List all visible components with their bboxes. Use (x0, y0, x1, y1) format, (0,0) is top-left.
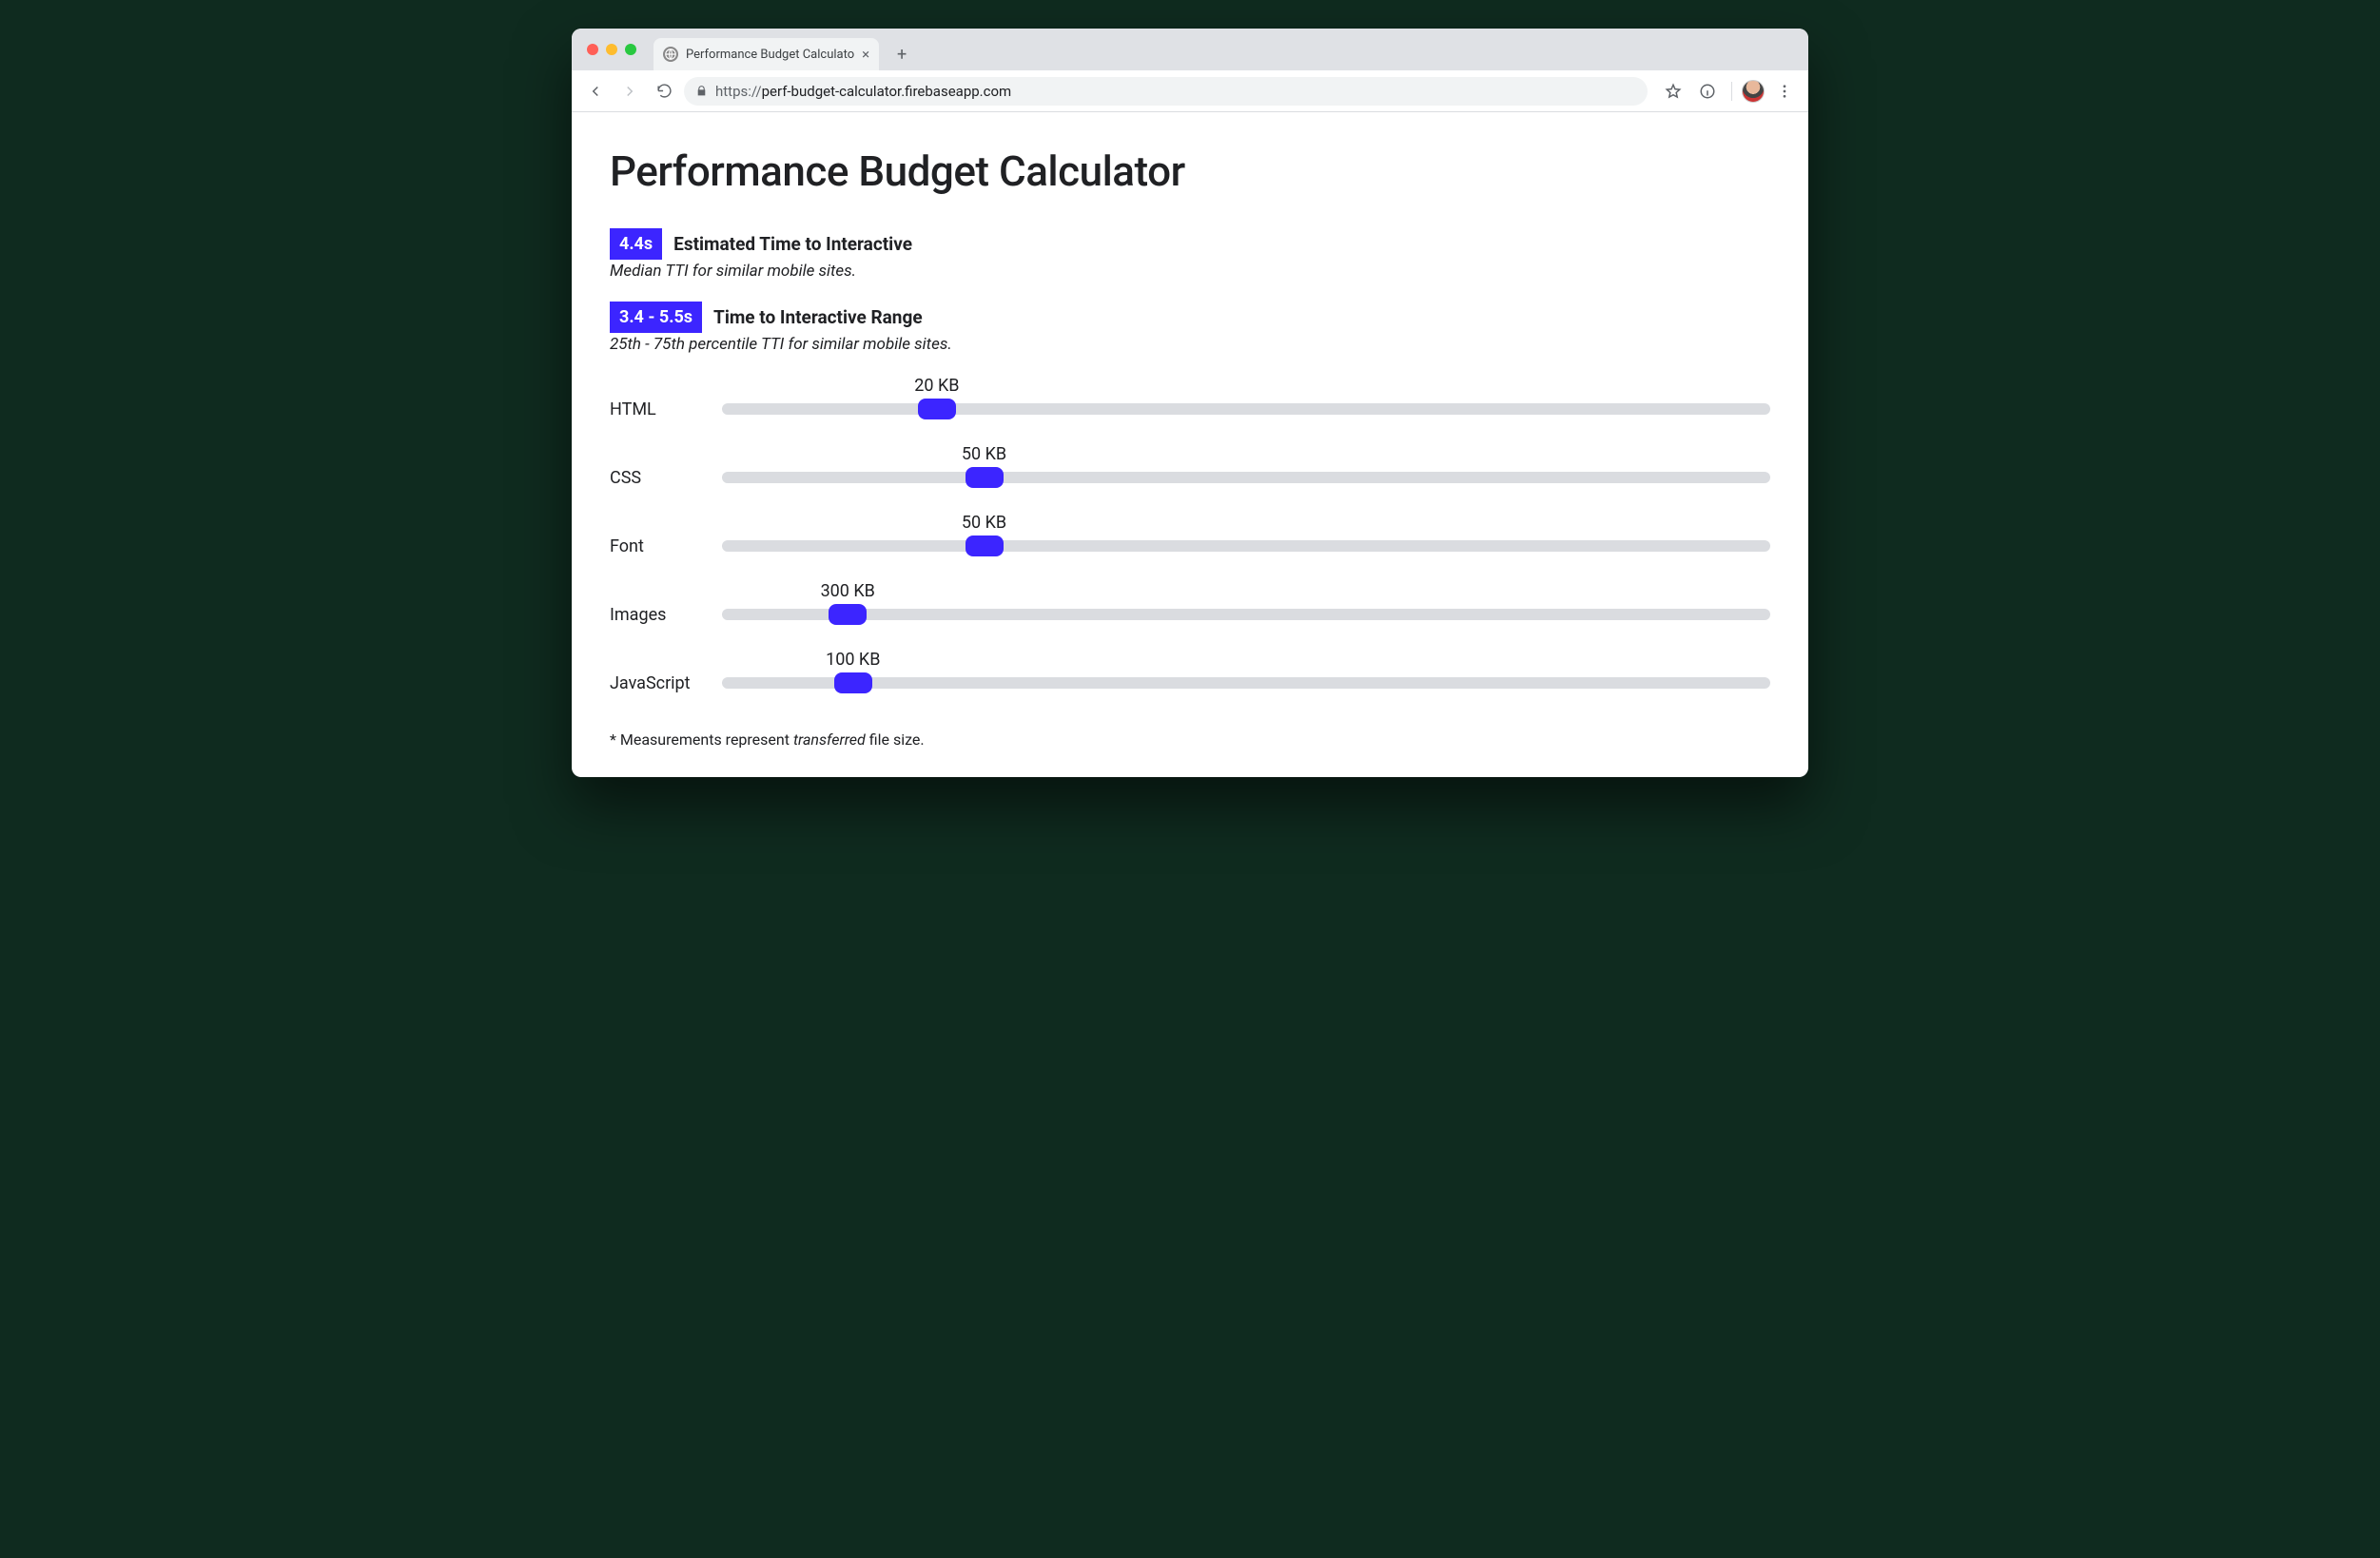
slider-row: HTML 20 KB (610, 375, 1770, 443)
bookmark-star-icon[interactable] (1659, 77, 1687, 106)
profile-avatar[interactable] (1742, 80, 1765, 103)
slider-row: CSS 50 KB (610, 443, 1770, 512)
slider-row: Font 50 KB (610, 512, 1770, 580)
tti-range-badge: 3.4 - 5.5s (610, 302, 702, 333)
tti-estimate-sub: Median TTI for similar mobile sites. (610, 262, 1770, 281)
tti-estimate-badge: 4.4s (610, 228, 662, 260)
browser-toolbar: https://perf-budget-calculator.firebasea… (572, 70, 1808, 112)
maximize-window-button[interactable] (625, 44, 636, 55)
slider-thumb[interactable] (834, 672, 872, 693)
slider-label: Font (610, 536, 705, 556)
tab-title: Performance Budget Calculato (686, 48, 854, 62)
globe-icon (663, 47, 678, 62)
info-icon[interactable] (1693, 77, 1722, 106)
window-controls (581, 29, 646, 70)
slider-thumb[interactable] (966, 536, 1004, 556)
slider-label: HTML (610, 399, 705, 419)
slider-label: Images (610, 605, 705, 625)
sliders-group: HTML 20 KB CSS 50 KB Font 50 KB Images 300 KB Ja… (610, 375, 1770, 717)
forward-button[interactable] (615, 77, 644, 106)
slider-value-label: 20 KB (914, 376, 959, 396)
slider-track-bg (722, 403, 1770, 415)
slider-row: Images 300 KB (610, 580, 1770, 649)
slider-thumb[interactable] (966, 467, 1004, 488)
address-bar[interactable]: https://perf-budget-calculator.firebasea… (684, 77, 1648, 106)
close-tab-icon[interactable]: × (862, 48, 869, 62)
slider-track[interactable]: 50 KB (722, 458, 1770, 497)
url-text: https://perf-budget-calculator.firebasea… (715, 83, 1011, 100)
slider-thumb[interactable] (829, 604, 867, 625)
footnote: * Measurements represent transferred fil… (610, 730, 1770, 749)
slider-value-label: 300 KB (821, 581, 875, 601)
slider-label: CSS (610, 468, 705, 488)
toolbar-separator (1731, 82, 1732, 101)
tti-range-sub: 25th - 75th percentile TTI for similar m… (610, 335, 1770, 354)
reload-button[interactable] (650, 77, 678, 106)
tti-range-label: Time to Interactive Range (713, 306, 923, 328)
browser-tab[interactable]: Performance Budget Calculato × (654, 38, 879, 70)
page-title: Performance Budget Calculator (610, 146, 1770, 196)
slider-track[interactable]: 100 KB (722, 664, 1770, 702)
slider-thumb[interactable] (918, 399, 956, 419)
slider-track-bg (722, 609, 1770, 620)
tti-estimate-row: 4.4s Estimated Time to Interactive (610, 228, 1770, 260)
browser-window: Performance Budget Calculato × + https:/… (572, 29, 1808, 777)
minimize-window-button[interactable] (606, 44, 617, 55)
slider-value-label: 100 KB (826, 650, 880, 670)
slider-track-bg (722, 540, 1770, 552)
slider-track-bg (722, 677, 1770, 689)
back-button[interactable] (581, 77, 610, 106)
slider-track[interactable]: 50 KB (722, 527, 1770, 565)
close-window-button[interactable] (587, 44, 598, 55)
slider-label: JavaScript (610, 673, 705, 693)
slider-row: JavaScript 100 KB (610, 649, 1770, 717)
new-tab-button[interactable]: + (888, 41, 915, 68)
slider-value-label: 50 KB (962, 513, 1006, 533)
page-content: Performance Budget Calculator 4.4s Estim… (572, 112, 1808, 777)
slider-track[interactable]: 20 KB (722, 390, 1770, 428)
slider-value-label: 50 KB (962, 444, 1006, 464)
kebab-menu-icon[interactable] (1770, 77, 1799, 106)
lock-icon (695, 85, 708, 97)
slider-track-bg (722, 472, 1770, 483)
slider-track[interactable]: 300 KB (722, 595, 1770, 633)
tti-estimate-label: Estimated Time to Interactive (673, 233, 912, 255)
tab-strip: Performance Budget Calculato × + (572, 29, 1808, 70)
tti-range-row: 3.4 - 5.5s Time to Interactive Range (610, 302, 1770, 333)
